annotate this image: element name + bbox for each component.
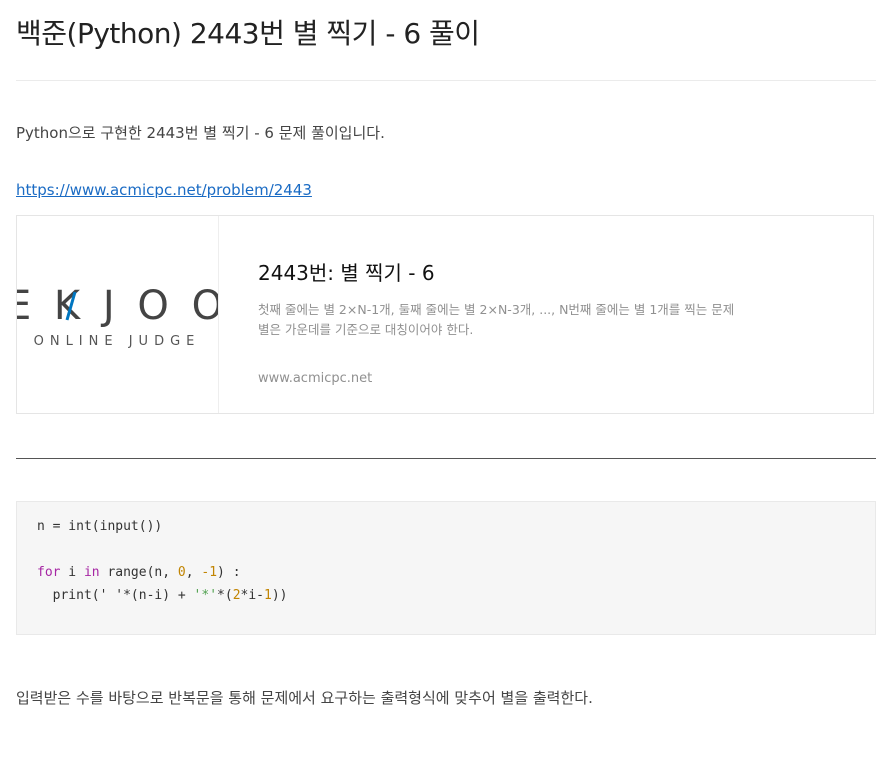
code-line: print(' '*(n-i) + '*'*(2*i-1)): [37, 584, 288, 607]
outro-paragraph: 입력받은 수를 바탕으로 반복문을 통해 문제에서 요구하는 출력형식에 맞추어…: [16, 689, 593, 707]
baekjoon-logo-icon: E K J O O ONLINE JUDGE: [17, 283, 218, 349]
code-token: ) :: [217, 565, 241, 580]
code-line: n = int(input()): [37, 519, 163, 534]
problem-link[interactable]: https://www.acmicpc.net/problem/2443: [16, 181, 312, 199]
blog-post-page: 백준(Python) 2443번 별 찍기 - 6 풀이 Python으로 구현…: [0, 0, 889, 761]
code-token: )): [271, 588, 288, 603]
code-number: -1: [201, 565, 218, 580]
post-title: 백준(Python) 2443번 별 찍기 - 6 풀이: [16, 17, 480, 50]
preview-url: www.acmicpc.net: [258, 371, 373, 386]
link-preview-card[interactable]: E K J O O ONLINE JUDGE 2443번: 별 찍기 - 6 첫…: [16, 215, 874, 414]
section-divider: [16, 458, 876, 459]
code-token: *(: [217, 588, 233, 603]
code-number: 2: [232, 588, 241, 603]
code-keyword: in: [83, 565, 100, 580]
code-token: range(n,: [99, 565, 178, 580]
code-token: print(' '*(n-i) +: [37, 588, 194, 603]
code-token: ,: [185, 565, 202, 580]
code-block: n = int(input()) for i in range(n, 0, -1)…: [16, 501, 876, 635]
code-line: for i in range(n, 0, -1) :: [37, 561, 287, 584]
code-number: 0: [177, 565, 186, 580]
preview-description: 첫째 줄에는 별 2×N-1개, 둘째 줄에는 별 2×N-3개, ..., N…: [258, 302, 735, 337]
logo-sub-text: ONLINE JUDGE: [34, 334, 201, 349]
title-divider: [16, 80, 876, 81]
preview-title: 2443번: 별 찍기 - 6: [258, 261, 435, 285]
logo-main-text: E K J O O: [17, 283, 218, 329]
code-token: i: [60, 565, 84, 580]
code-number: 1: [264, 588, 272, 603]
code-keyword: for: [37, 565, 61, 580]
code-content: n = int(input()) for i in range(n, 0, -1)…: [37, 515, 287, 607]
code-string: '*': [193, 588, 218, 603]
code-token: *i-: [240, 588, 264, 603]
preview-thumbnail: E K J O O ONLINE JUDGE: [17, 216, 219, 413]
intro-paragraph: Python으로 구현한 2443번 별 찍기 - 6 문제 풀이입니다.: [16, 124, 385, 142]
